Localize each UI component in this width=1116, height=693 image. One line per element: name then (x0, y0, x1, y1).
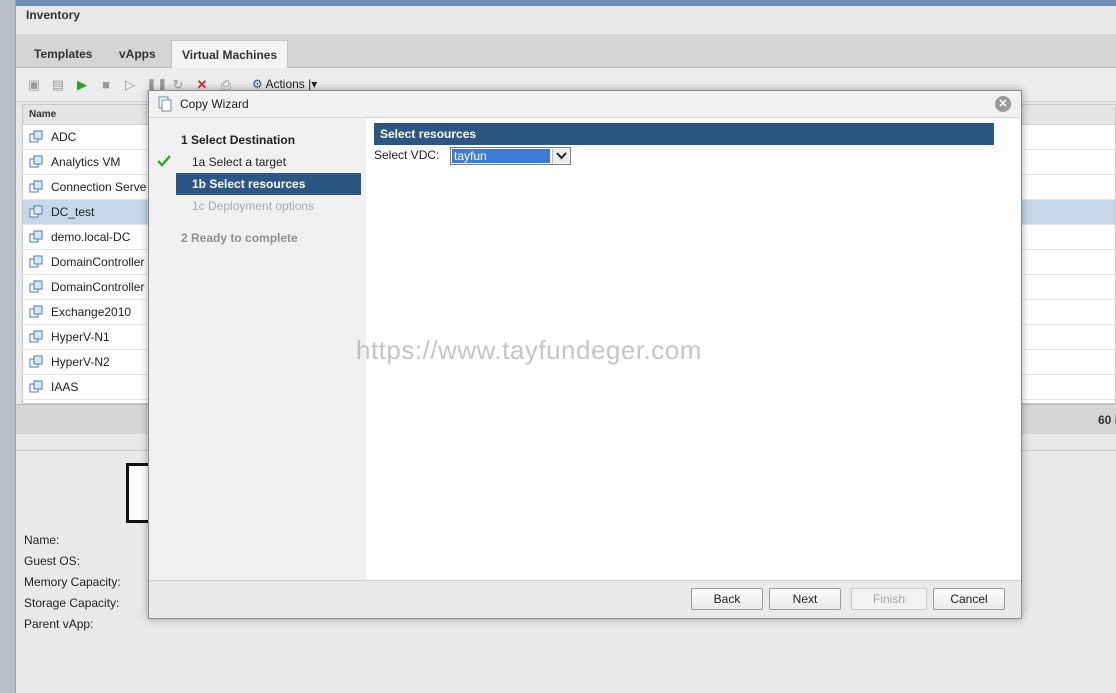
vm-name: ADC (51, 130, 77, 144)
step-select-resources[interactable]: 1b Select resources (176, 173, 361, 195)
vm-name: Connection Serve (51, 180, 147, 194)
vm-name: DomainController (51, 280, 145, 294)
wizard-content: Select resources Select VDC: tayfun http… (356, 119, 1021, 580)
vm-icon (29, 330, 43, 343)
copy-icon[interactable]: ▣ (26, 77, 42, 93)
cancel-button[interactable]: Cancel (933, 588, 1005, 610)
vm-icon (29, 380, 43, 393)
vm-thumbnail (126, 463, 150, 523)
vm-name: DC_test (51, 205, 95, 219)
wizard-footer: Back Next Finish Cancel (149, 580, 1021, 618)
copy-wizard-dialog: Copy Wizard ✕ 1 Select Destination 1a Se… (148, 90, 1022, 619)
inventory-tabbar: Templates vApps Virtual Machines (16, 34, 1116, 68)
vm-name: Exchange2010 (51, 305, 132, 319)
actions-label: Actions (265, 77, 305, 91)
left-edge (0, 0, 16, 693)
wizard-titlebar: Copy Wizard ✕ (149, 91, 1021, 118)
vm-icon (29, 255, 43, 268)
detail-label: Memory Capacity: (24, 575, 121, 589)
vm-name: DomainController (51, 255, 145, 269)
vm-icon (29, 230, 43, 243)
detail-label: Name: (24, 533, 60, 547)
vm-icon (29, 280, 43, 293)
vm-name: demo.local-DC (51, 230, 131, 244)
step-deployment-options: 1c Deployment options (192, 199, 315, 213)
chevron-down-icon: |▾ (308, 77, 318, 91)
vdc-select[interactable]: tayfun (450, 147, 571, 165)
vm-icon (29, 130, 43, 143)
wizard-steps: 1 Select Destination 1a Select a target … (149, 119, 366, 580)
vm-icon (29, 355, 43, 368)
vdc-selected-value[interactable]: tayfun (451, 148, 551, 164)
vm-icon (29, 205, 43, 218)
close-icon[interactable]: ✕ (995, 96, 1011, 112)
resume-icon[interactable]: ▷ (122, 77, 138, 93)
vm-icon (29, 180, 43, 193)
tab-templates[interactable]: Templates (24, 40, 102, 68)
check-icon (157, 155, 171, 167)
copy-icon (158, 96, 172, 112)
next-button[interactable]: Next (769, 588, 841, 610)
item-count: 60 it (1097, 413, 1116, 427)
console-icon[interactable]: ▤ (50, 77, 66, 93)
finish-button: Finish (851, 588, 927, 610)
detail-label: Parent vApp: (24, 617, 94, 631)
vm-name: HyperV-N1 (51, 330, 110, 344)
vm-name: Analytics VM (51, 155, 121, 169)
detail-label: Storage Capacity: (24, 596, 120, 610)
actions-menu[interactable]: ⚙ Actions |▾ (252, 77, 317, 91)
stop-icon[interactable]: ■ (98, 77, 114, 93)
step-group-select-destination: 1 Select Destination (181, 133, 296, 147)
gear-icon: ⚙ (252, 77, 263, 91)
detail-label: Guest OS: (24, 554, 81, 568)
chevron-down-icon[interactable] (552, 149, 569, 163)
content-header: Select resources (374, 123, 994, 145)
tab-virtual-machines[interactable]: Virtual Machines (171, 40, 289, 68)
vm-icon (29, 155, 43, 168)
vm-name: IAAS (51, 380, 79, 394)
back-button[interactable]: Back (691, 588, 763, 610)
power-on-icon[interactable]: ▶ (74, 77, 90, 93)
inventory-title: Inventory (26, 8, 81, 22)
vdc-label: Select VDC: (374, 148, 440, 162)
step-group-ready-to-complete: 2 Ready to complete (181, 231, 298, 245)
vm-icon (29, 305, 43, 318)
step-select-target[interactable]: 1a Select a target (192, 155, 286, 169)
watermark: https://www.tayfundeger.com (356, 335, 702, 365)
wizard-title: Copy Wizard (180, 97, 249, 111)
tab-vapps[interactable]: vApps (109, 40, 166, 68)
vm-name: HyperV-N2 (51, 355, 110, 369)
